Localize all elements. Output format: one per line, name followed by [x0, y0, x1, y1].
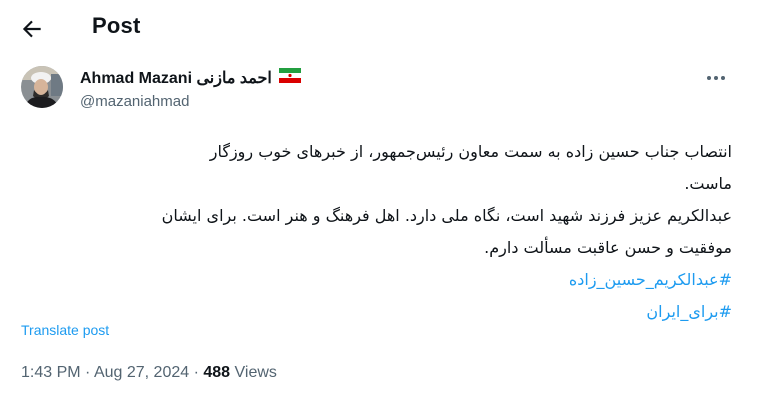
tweet-line: عبدالکریم عزیز فرزند شهید است، نگاه ملی …	[161, 206, 732, 225]
author-row: Ahmad Mazani احمد مازنی	[80, 68, 302, 90]
meta-separator: ·	[193, 364, 199, 381]
post-time[interactable]: 1:43 PM	[21, 364, 81, 381]
author-handle[interactable]: @mazaniahmad	[80, 93, 189, 110]
author-display-name[interactable]: Ahmad Mazani احمد مازنی	[80, 70, 272, 87]
post-header: Post	[0, 0, 758, 56]
back-button[interactable]	[19, 16, 45, 42]
page-title: Post	[92, 13, 141, 38]
more-options-icon	[707, 76, 725, 80]
views-count: 488	[203, 364, 231, 381]
tweet-line: ماست.	[684, 174, 732, 193]
meta-separator: ·	[85, 364, 91, 381]
tweet-line: انتصاب جناب حسین زاده به سمت معاون رئیس‌…	[209, 142, 732, 161]
iran-flag-icon	[279, 68, 302, 88]
tweet-line: موفقیت و حسن عاقبت مسألت دارم.	[484, 238, 732, 257]
arrow-left-icon	[22, 20, 41, 38]
tweet-text: انتصاب جناب حسین زاده به سمت معاون رئیس‌…	[24, 136, 732, 328]
hashtag-link[interactable]: #برای_ایران	[646, 302, 732, 321]
hashtag-link[interactable]: #عبدالکریم_حسین_زاده	[569, 270, 732, 289]
avatar[interactable]	[21, 66, 63, 108]
post-date[interactable]: Aug 27, 2024	[94, 364, 189, 381]
translate-post-link[interactable]: Translate post	[21, 322, 109, 338]
post-meta: 1:43 PM · Aug 27, 2024 · 488 Views	[21, 364, 277, 382]
views-label: Views	[234, 364, 277, 381]
more-options-button[interactable]	[702, 68, 730, 88]
